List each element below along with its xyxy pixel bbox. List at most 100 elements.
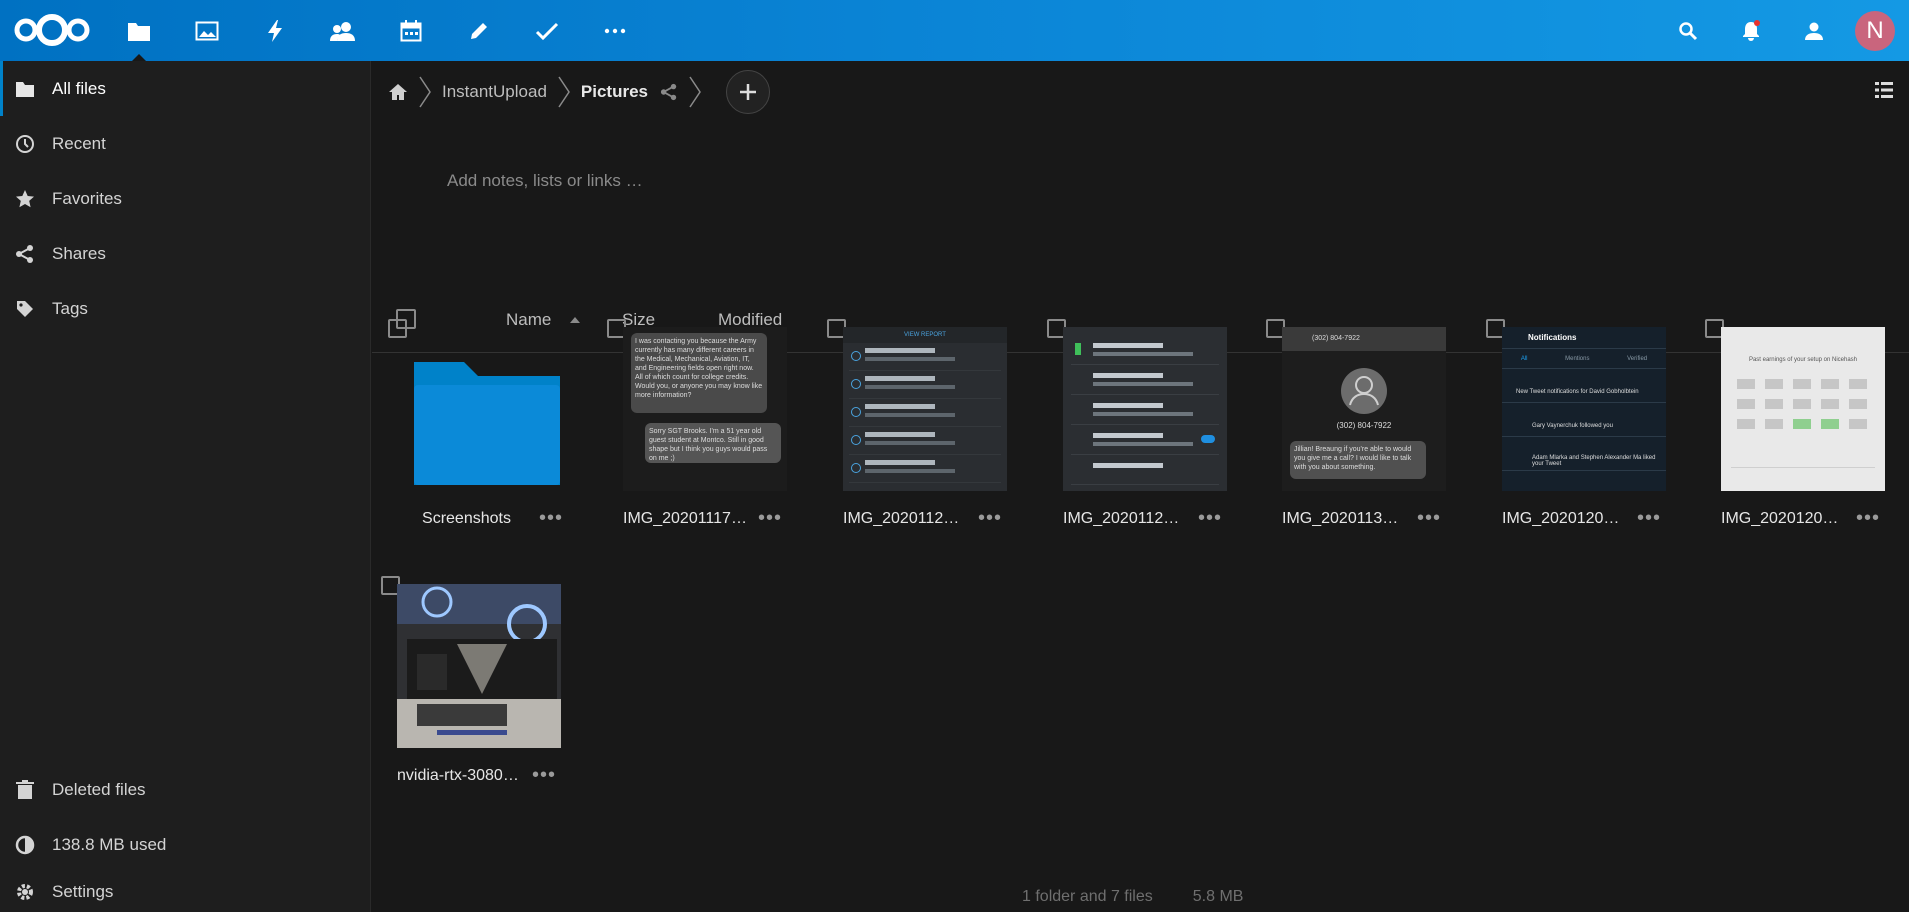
- thumb-title: (302) 804-7922: [1282, 327, 1446, 351]
- breadcrumb-instantupload[interactable]: InstantUpload: [442, 75, 547, 109]
- thumb-row: [1071, 395, 1219, 425]
- home-icon: [389, 84, 407, 100]
- thumb-row: [849, 457, 1001, 483]
- file-actions-more-icon[interactable]: •••: [532, 764, 556, 787]
- app-contacts[interactable]: [309, 0, 377, 61]
- quota-icon: [14, 834, 36, 856]
- gear-icon: [14, 881, 36, 903]
- breadcrumb: InstantUpload Pictures: [388, 70, 770, 114]
- app-photos[interactable]: [173, 0, 241, 61]
- app-notes[interactable]: [445, 0, 513, 61]
- thumb-row: [1071, 365, 1219, 395]
- thumb-row: [1071, 335, 1219, 365]
- quota-label: 138.8 MB used: [52, 834, 167, 854]
- thumb-row: [849, 345, 1001, 371]
- notification-badge: [1754, 20, 1760, 26]
- grid-item-folder[interactable]: Screenshots •••: [374, 317, 574, 557]
- sidebar-item-label: Deleted files: [52, 779, 146, 799]
- app-files[interactable]: [105, 0, 173, 61]
- file-name[interactable]: IMG_20201130_…: [1282, 510, 1407, 528]
- grid-item-image[interactable]: nvidia-rtx-3080… •••: [367, 574, 567, 814]
- thumb-header: VIEW REPORT: [843, 327, 1007, 343]
- new-file-button[interactable]: [726, 70, 770, 114]
- file-actions-more-icon[interactable]: •••: [1417, 507, 1441, 530]
- sidebar-item-label: Tags: [52, 298, 88, 318]
- thumb-row: [849, 401, 1001, 427]
- chat-bubble: Jillian! Breaung if you're able to would…: [1290, 441, 1426, 479]
- thumb-row: [1071, 455, 1219, 485]
- file-actions-more-icon[interactable]: •••: [1856, 507, 1880, 530]
- grid-item-image[interactable]: Past earnings of your setup on Ni­cehash…: [1691, 317, 1891, 557]
- grid-item-image[interactable]: Notifications All Mentions Verified New …: [1472, 317, 1672, 557]
- lightning-icon: [268, 19, 282, 42]
- sidebar-item-label: Settings: [52, 882, 114, 901]
- file-name[interactable]: Screenshots: [404, 510, 529, 528]
- thumb-row: [849, 373, 1001, 399]
- image-thumbnail: [1063, 327, 1227, 491]
- image-icon: [195, 21, 219, 40]
- grid-item-image[interactable]: IMG_20201125_… •••: [1033, 317, 1233, 557]
- sidebar-item-label: Recent: [52, 133, 106, 153]
- sidebar-item-shares[interactable]: Shares: [0, 226, 370, 281]
- app-calendar[interactable]: [377, 0, 445, 61]
- file-name[interactable]: IMG_20201208_…: [1721, 510, 1846, 528]
- folder-icon: [414, 362, 560, 485]
- thumb-row: [849, 429, 1001, 455]
- sidebar-item-recent[interactable]: Recent: [0, 116, 370, 171]
- breadcrumb-home[interactable]: [388, 75, 408, 109]
- image-thumbnail: I was contacting you because the Army cu…: [623, 327, 787, 491]
- file-actions-more-icon[interactable]: •••: [758, 507, 782, 530]
- sidebar-item-tags[interactable]: Tags: [0, 281, 370, 336]
- breadcrumb-separator-icon: [419, 76, 431, 108]
- sidebar-item-label: Shares: [52, 243, 106, 263]
- app-tasks[interactable]: [513, 0, 581, 61]
- file-actions-more-icon[interactable]: •••: [978, 507, 1002, 530]
- notifications-button[interactable]: [1719, 0, 1782, 61]
- file-name[interactable]: IMG_20201125_…: [1063, 510, 1188, 528]
- summary-count: 1 folder and 7 files: [1022, 888, 1153, 905]
- search-icon: [1678, 21, 1697, 40]
- thumb-row: New Tweet notifications for David Gobhol…: [1502, 369, 1666, 403]
- sidebar-item-all-files[interactable]: All files: [0, 61, 370, 116]
- thumb-title: Notifications: [1502, 327, 1666, 349]
- rich-workspace-placeholder[interactable]: Add notes, lists or links …: [447, 171, 643, 191]
- app-activity[interactable]: [241, 0, 309, 61]
- more-icon: [604, 28, 626, 33]
- file-name[interactable]: IMG_20201204_…: [1502, 510, 1627, 528]
- contacts-menu-button[interactable]: [1782, 0, 1845, 61]
- folder-icon: [14, 78, 36, 100]
- thumb-row: Gary Vaynerchuk followed you: [1502, 403, 1666, 437]
- file-name[interactable]: nvidia-rtx-3080…: [397, 767, 522, 785]
- share-icon[interactable]: [660, 83, 678, 101]
- sidebar-item-favorites[interactable]: Favorites: [0, 171, 370, 226]
- image-thumbnail: VIEW REPORT: [843, 327, 1007, 491]
- unified-search-button[interactable]: [1656, 0, 1719, 61]
- plus-icon: [740, 84, 756, 100]
- folder-icon: [128, 22, 150, 41]
- contacts-menu-icon: [1804, 22, 1823, 40]
- app-sidebar-navigation: All files Recent Favorites Shares Tags D…: [0, 61, 371, 912]
- file-actions-more-icon[interactable]: •••: [539, 507, 563, 530]
- sidebar-item-settings[interactable]: Settings: [0, 872, 370, 912]
- user-avatar[interactable]: N: [1855, 10, 1895, 51]
- file-actions-more-icon[interactable]: •••: [1637, 507, 1661, 530]
- grid-item-image[interactable]: I was contacting you because the Army cu…: [593, 317, 793, 557]
- app-more[interactable]: [581, 0, 649, 61]
- list-view-toggle-icon[interactable]: [1873, 79, 1895, 101]
- grid-item-image[interactable]: VIEW REPORT IMG_20201124_… •••: [813, 317, 1013, 557]
- image-thumbnail: [397, 584, 561, 748]
- breadcrumb-pictures[interactable]: Pictures: [581, 75, 648, 109]
- chat-bubble: I was contacting you because the Army cu…: [631, 333, 767, 413]
- file-actions-more-icon[interactable]: •••: [1198, 507, 1222, 530]
- nextcloud-logo-icon[interactable]: [12, 12, 92, 48]
- grid-item-image[interactable]: (302) 804-7922 (302) 804-7922 Jillian! B…: [1252, 317, 1452, 557]
- files-main-content: InstantUpload Pictures Add notes, lists …: [372, 61, 1909, 912]
- sidebar-item-deleted-files[interactable]: Deleted files: [0, 762, 370, 817]
- quota-display: 138.8 MB used: [0, 817, 370, 872]
- star-icon: [14, 188, 36, 210]
- file-name[interactable]: IMG_20201117_…: [623, 510, 748, 528]
- share-icon: [14, 243, 36, 265]
- thumb-title: Past earnings of your setup on Ni­cehash: [1748, 357, 1858, 363]
- thumb-tabs: All Mentions Verified: [1502, 349, 1666, 369]
- file-name[interactable]: IMG_20201124_…: [843, 510, 968, 528]
